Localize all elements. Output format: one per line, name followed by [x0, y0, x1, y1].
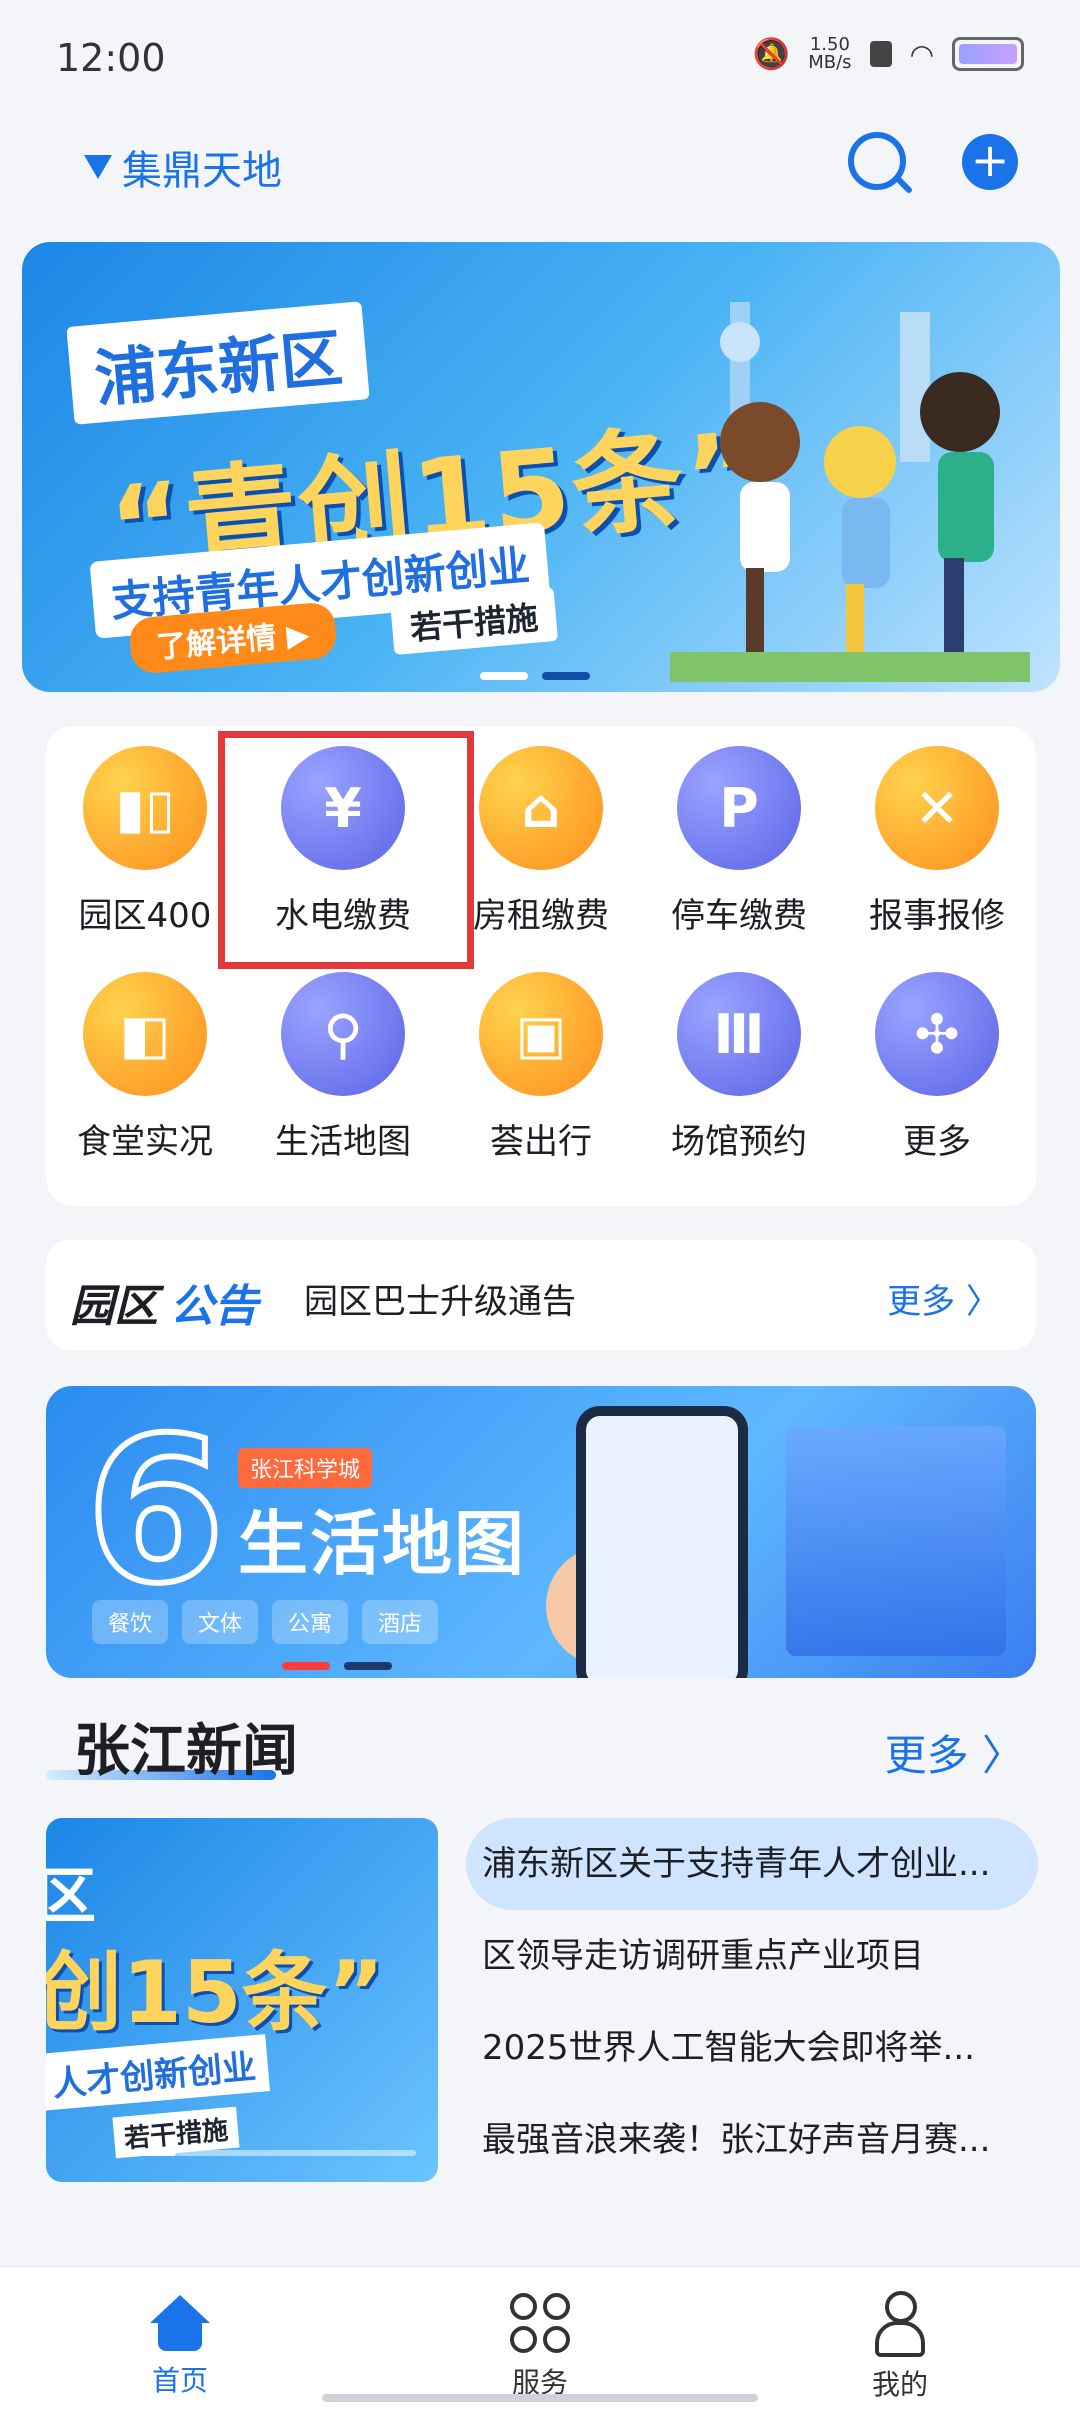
net-speed: 1.50 MB/s	[808, 36, 851, 72]
service-label: 生活地图	[275, 1122, 411, 1162]
battery-icon	[952, 37, 1024, 71]
location-dropdown-icon	[84, 155, 112, 179]
parking-icon: P	[677, 746, 801, 870]
map-banner-number: 6	[83, 1395, 228, 1628]
tab-label: 首页	[151, 2364, 208, 2397]
map-banner-chips: 餐饮 文体 公寓 酒店	[92, 1600, 439, 1644]
status-bar: 12:00 🔕 1.50 MB/s ◠	[0, 0, 1080, 120]
bus-icon: ▣	[479, 972, 603, 1096]
clover-icon: ✣	[875, 972, 999, 1096]
service-label: 更多	[903, 1122, 971, 1162]
map-pin-icon: ⚲	[281, 972, 405, 1096]
home-indicator[interactable]	[322, 2394, 758, 2402]
home-icon	[150, 2295, 210, 2351]
service-label: 荟出行	[490, 1122, 592, 1162]
chip-culture: 文体	[182, 1600, 259, 1644]
chip-hotel: 酒店	[362, 1600, 439, 1644]
park-notice-bar[interactable]: 园区 公告 园区巴士升级通告 更多 〉	[46, 1240, 1036, 1350]
service-item-repair[interactable]: ✕ 报事报修	[838, 726, 1036, 948]
life-map-banner[interactable]: 6 张江科学城 生活地图 餐饮 文体 公寓 酒店	[46, 1386, 1036, 1678]
service-label: 停车缴费	[671, 896, 807, 936]
pager-dot	[542, 672, 590, 680]
net-speed-unit: MB/s	[808, 52, 852, 73]
pager-dot	[282, 1662, 330, 1670]
venue-icon: Ⅲ	[677, 972, 801, 1096]
notice-tag-announcement: 公告	[170, 1281, 258, 1332]
news-thumbnail[interactable]: 区 创15条” 人才创新创业 若干措施	[46, 1818, 438, 2182]
status-time: 12:00	[56, 36, 166, 80]
service-grid: ▮▯ 园区400 ¥ 水电缴费 ⌂ 房租缴费 P 停车缴费 ✕ 报事报修 ◧ 食…	[46, 726, 1036, 1206]
service-label: 场馆预约	[671, 1122, 807, 1162]
pager-dot	[480, 672, 528, 680]
notice-tag-park: 园区	[70, 1281, 158, 1332]
service-item-life-map[interactable]: ⚲ 生活地图	[244, 952, 442, 1174]
service-item-park400[interactable]: ▮▯ 园区400	[46, 726, 244, 948]
wrench-icon: ✕	[875, 746, 999, 870]
service-item-venue-booking[interactable]: Ⅲ 场馆预约	[640, 952, 838, 1174]
tab-label: 我的	[871, 2368, 928, 2401]
banner-pager	[480, 672, 590, 680]
location-selector[interactable]: 集鼎天地	[84, 138, 282, 196]
bottom-tab-bar: 首页 服务 我的	[0, 2266, 1080, 2409]
services-grid-icon	[510, 2293, 570, 2353]
tab-services[interactable]: 服务	[440, 2267, 640, 2409]
chip-dining: 餐饮	[92, 1600, 169, 1644]
pager-dot	[344, 1662, 392, 1670]
highlight-box	[218, 731, 474, 969]
building-illustration	[786, 1426, 1006, 1656]
person-icon	[875, 2291, 925, 2357]
news-item[interactable]: 浦东新区关于支持青年人才创业...	[466, 1818, 1038, 1910]
news-more-link[interactable]: 更多 〉	[885, 1722, 1024, 1783]
news-item[interactable]: 2025世界人工智能大会即将举...	[466, 2002, 1038, 2094]
add-button[interactable]: +	[962, 134, 1018, 190]
phone-building-icon: ▮▯	[83, 746, 207, 870]
thumb-progress	[116, 2150, 416, 2156]
news-item[interactable]: 区领导走访调研重点产业项目	[466, 1910, 1038, 2002]
notice-more-link[interactable]: 更多 〉	[887, 1274, 1000, 1323]
map-banner-title: 生活地图	[238, 1503, 526, 1585]
house-yen-icon: ⌂	[479, 746, 603, 870]
search-icon[interactable]	[848, 132, 906, 190]
sim-off-icon	[869, 41, 892, 67]
news-item[interactable]: 最强音浪来袭！张江好声音月赛...	[466, 2094, 1038, 2186]
tab-me[interactable]: 我的	[800, 2267, 1000, 2409]
service-item-canteen-live[interactable]: ◧ 食堂实况	[46, 952, 244, 1174]
tab-home[interactable]: 首页	[80, 2267, 280, 2409]
wifi-icon: ◠	[909, 37, 934, 71]
mute-icon: 🔕	[752, 36, 791, 72]
phone-illustration	[576, 1406, 748, 1678]
service-label: 园区400	[78, 896, 212, 936]
service-label: 食堂实况	[77, 1122, 213, 1162]
map-banner-pager	[282, 1662, 392, 1670]
banner-line1: 浦东新区	[66, 301, 370, 425]
notice-text[interactable]: 园区巴士升级通告	[304, 1274, 576, 1323]
status-icons: 🔕 1.50 MB/s ◠	[753, 36, 1024, 72]
location-name: 集鼎天地	[122, 148, 282, 194]
service-item-more[interactable]: ✣ 更多	[838, 952, 1036, 1174]
news-section-title: 张江新闻	[74, 1719, 298, 1784]
service-item-commute[interactable]: ▣ 荟出行	[442, 952, 640, 1174]
service-item-parking-payment[interactable]: P 停车缴费	[640, 726, 838, 948]
camera-icon: ◧	[83, 972, 207, 1096]
map-banner-badge: 张江科学城	[238, 1448, 373, 1488]
thumb-line2: 创15条”	[46, 1943, 385, 2043]
promo-banner[interactable]: 浦东新区 “青创15条” 支持青年人才创新创业 了解详情 ▶ 若干措施	[22, 242, 1060, 692]
service-label: 报事报修	[869, 896, 1005, 936]
chip-apartment: 公寓	[272, 1600, 349, 1644]
running-people-illustration	[670, 302, 1030, 682]
